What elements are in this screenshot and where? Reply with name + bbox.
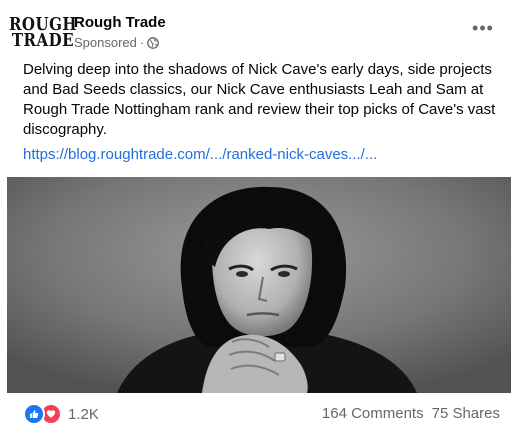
comments-count[interactable]: 164 Comments	[322, 405, 424, 422]
logo-line-2: TRADE	[11, 29, 75, 51]
post-header: ROUGH TRADE Rough Trade Sponsored · •••	[7, 8, 511, 56]
page-logo[interactable]: ROUGH TRADE	[9, 12, 77, 52]
portrait-illustration	[7, 177, 511, 393]
post-link[interactable]: https://blog.roughtrade.com/.../ranked-n…	[23, 145, 505, 165]
sponsored-label[interactable]: Sponsored	[74, 35, 137, 50]
engagement-stats: 164 Comments 75 Shares	[322, 405, 500, 422]
post-footer: 1.2K 164 Comments 75 Shares	[7, 395, 511, 430]
post-body-text: Delving deep into the shadows of Nick Ca…	[23, 61, 496, 138]
post-meta: Sponsored ·	[74, 35, 160, 50]
shares-count[interactable]: 75 Shares	[432, 405, 500, 422]
post-image[interactable]	[7, 177, 511, 393]
like-reaction-icon	[23, 403, 45, 425]
sponsored-post-card: ROUGH TRADE Rough Trade Sponsored · ••• …	[7, 0, 511, 430]
meta-separator: ·	[139, 35, 145, 50]
more-options-icon[interactable]: •••	[471, 18, 495, 38]
reaction-count: 1.2K	[68, 405, 99, 423]
globe-icon	[147, 36, 160, 49]
reactions-summary[interactable]: 1.2K	[23, 403, 99, 425]
page-name[interactable]: Rough Trade	[74, 14, 166, 31]
